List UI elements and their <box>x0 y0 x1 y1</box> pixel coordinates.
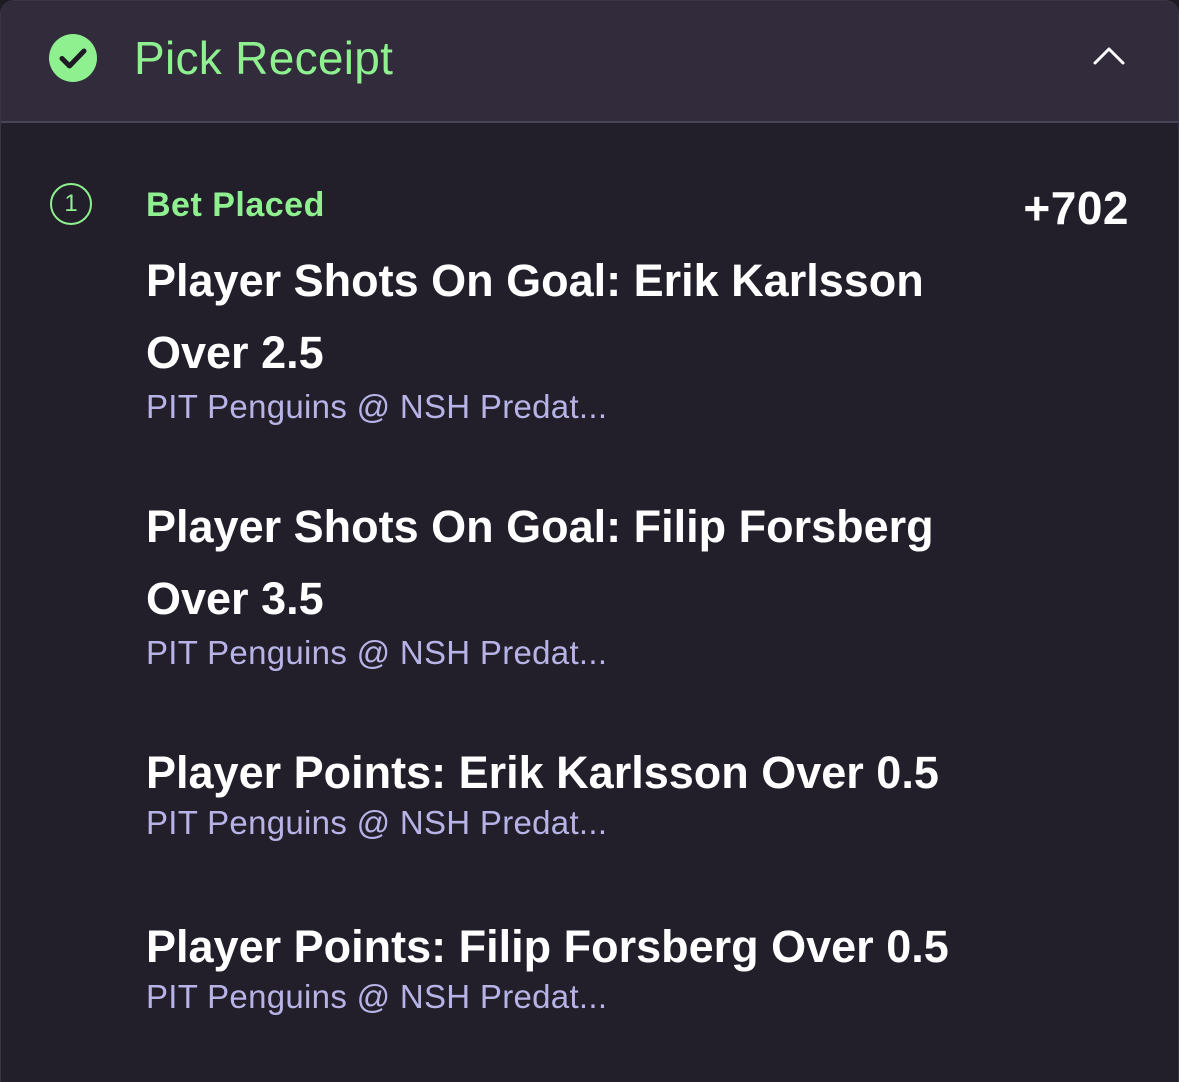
pick-receipt-card: Pick Receipt 1 Bet Placed +702 Player Sh… <box>0 0 1179 1082</box>
step-number-badge: 1 <box>50 183 92 225</box>
pick-item: Player Shots On Goal: Erik Karlsson Over… <box>146 245 1046 427</box>
bet-odds: +702 <box>1023 182 1129 234</box>
pick-matchup: PIT Penguins @ NSH Predat... <box>146 978 608 1015</box>
collapse-button[interactable] <box>1085 33 1133 81</box>
pick-matchup: PIT Penguins @ NSH Predat... <box>146 634 608 671</box>
pick-title: Player Points: Filip Forsberg Over 0.5 <box>146 921 949 972</box>
pick-matchup: PIT Penguins @ NSH Predat... <box>146 388 608 425</box>
pick-item: Player Points: Filip Forsberg Over 0.5 P… <box>146 911 1046 1017</box>
bet-status-label: Bet Placed <box>146 186 325 224</box>
pick-item: Player Points: Erik Karlsson Over 0.5 PI… <box>146 737 1046 843</box>
pick-title: Player Shots On Goal: Filip Forsberg Ove… <box>146 501 934 624</box>
header-title: Pick Receipt <box>134 32 394 84</box>
chevron-up-icon <box>1093 47 1125 65</box>
pick-title: Player Points: Erik Karlsson Over 0.5 <box>146 747 939 798</box>
check-circle-icon <box>49 34 97 82</box>
pick-receipt-header[interactable]: Pick Receipt <box>1 1 1178 123</box>
pick-matchup: PIT Penguins @ NSH Predat... <box>146 804 608 841</box>
pick-item: Player Shots On Goal: Filip Forsberg Ove… <box>146 491 1046 673</box>
bet-details: 1 Bet Placed +702 Player Shots On Goal: … <box>1 123 1178 1082</box>
pick-title: Player Shots On Goal: Erik Karlsson Over… <box>146 255 924 378</box>
